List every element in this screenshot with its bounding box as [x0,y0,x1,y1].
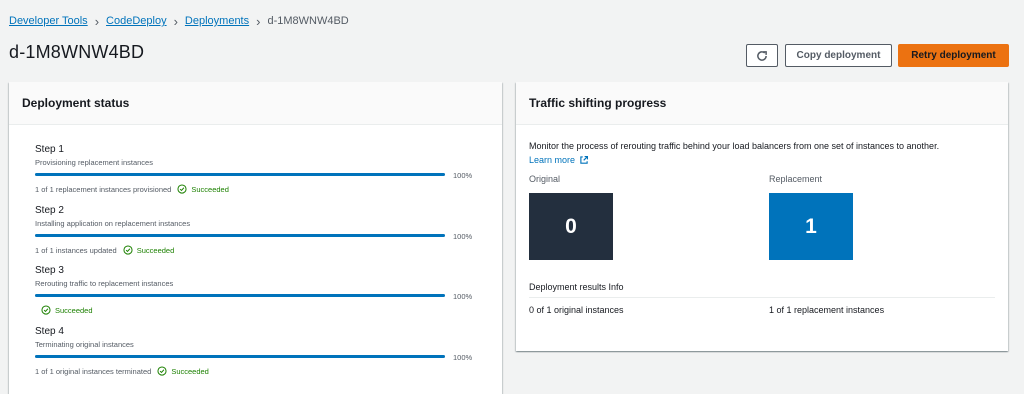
refresh-icon [757,50,767,61]
deployment-results-header: Deployment results Info [529,282,624,292]
check-circle-icon [177,184,187,194]
breadcrumb-codedeploy[interactable]: CodeDeploy [106,15,167,27]
status-text: Succeeded [191,184,229,194]
progress-fill [35,294,445,297]
traffic-description-block: Monitor the process of rerouting traffic… [529,141,999,165]
step-item: Step 4 Terminating original instances 10… [35,326,479,376]
step-description: Rerouting traffic to replacement instanc… [35,279,174,288]
step-detail: 1 of 1 instances updated [35,245,117,255]
original-result: 0 of 1 original instances [529,305,624,315]
copy-deployment-button[interactable]: Copy deployment [785,44,892,67]
chevron-right-icon: › [94,13,100,29]
step-description: Terminating original instances [35,340,134,349]
progress-fill [35,234,445,237]
progress-bar [35,294,445,297]
progress-percent: 100% [453,353,473,362]
replacement-result: 1 of 1 replacement instances [769,305,885,315]
step-title: Step 4 [35,326,64,337]
status-badge: Succeeded [123,245,175,255]
step-item: Step 3 Rerouting traffic to replacement … [35,265,479,315]
deployment-status-panel: Deployment status Step 1 Provisioning re… [9,82,502,394]
step-detail: 1 of 1 replacement instances provisioned [35,184,172,194]
progress-bar [35,234,445,237]
refresh-button[interactable] [746,44,778,67]
breadcrumb: Developer Tools › CodeDeploy › Deploymen… [9,13,349,29]
step-detail: 1 of 1 original instances terminated [35,366,152,376]
progress-bar [35,173,445,176]
status-badge: Succeeded [157,366,209,376]
page-title: d-1M8WNW4BD [9,42,145,62]
step-status-row: 1 of 1 instances updated Succeeded [35,245,174,255]
progress-percent: 100% [453,171,473,180]
step-item: Step 1 Provisioning replacement instance… [35,144,479,194]
retry-deployment-button[interactable]: Retry deployment [898,44,1009,67]
progress-bar [35,355,445,358]
breadcrumb-developer-tools[interactable]: Developer Tools [9,15,88,27]
original-label: Original [529,174,561,184]
check-circle-icon [157,366,167,376]
status-text: Succeeded [55,305,93,315]
learn-more-label: Learn more [529,155,576,165]
step-title: Step 2 [35,205,64,216]
step-status-row: 1 of 1 original instances terminated Suc… [35,366,209,376]
step-description: Installing application on replacement in… [35,219,191,228]
chevron-right-icon: › [256,13,261,29]
status-text: Succeeded [171,366,209,376]
traffic-shifting-title: Traffic shifting progress [516,82,1008,125]
breadcrumb-current: d-1M8WNW4BD [267,15,349,27]
deployment-status-title: Deployment status [9,82,502,125]
step-title: Step 3 [35,265,64,276]
check-circle-icon [123,245,133,255]
traffic-shifting-panel: Traffic shifting progress Monitor the pr… [516,82,1008,351]
traffic-description: Monitor the process of rerouting traffic… [529,141,940,151]
status-badge: Succeeded [177,184,229,194]
chevron-right-icon: › [173,13,178,29]
step-title: Step 1 [35,144,64,155]
progress-percent: 100% [453,292,473,301]
learn-more-link[interactable]: Learn more [529,155,999,165]
step-status-row: 1 of 1 replacement instances provisioned… [35,184,229,194]
results-divider [529,297,995,298]
step-description: Provisioning replacement instances [35,158,153,167]
progress-percent: 100% [453,232,473,241]
status-badge: Succeeded [41,305,93,315]
breadcrumb-deployments[interactable]: Deployments [185,15,249,27]
original-count-box: 0 [529,193,613,260]
step-status-row: Succeeded [41,305,93,315]
step-item: Step 2 Installing application on replace… [35,205,479,255]
check-circle-icon [41,305,51,315]
replacement-label: Replacement [769,174,823,184]
external-link-icon [580,156,589,164]
replacement-count-box: 1 [769,193,853,260]
progress-fill [35,173,445,176]
progress-fill [35,355,445,358]
status-text: Succeeded [136,245,175,255]
